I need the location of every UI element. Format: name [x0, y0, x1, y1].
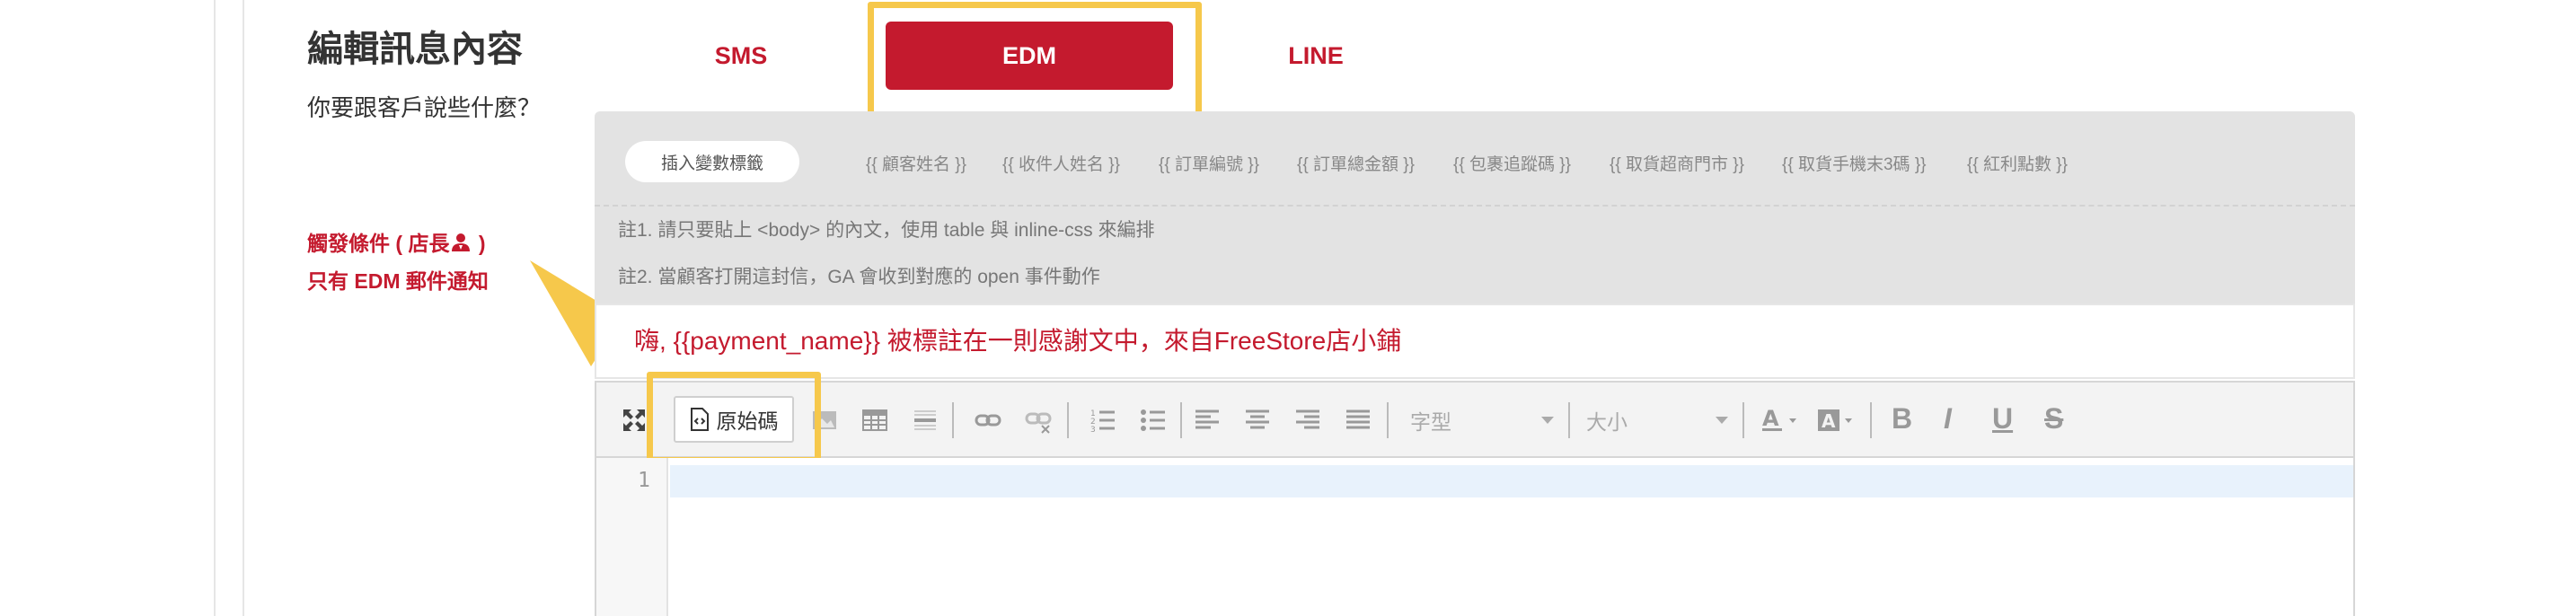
page-title: 編輯訊息內容: [307, 30, 523, 69]
chevron-down-icon: [1716, 417, 1728, 424]
align-right-icon[interactable]: [1293, 406, 1322, 435]
insert-variable-button[interactable]: 插入變數標籤: [625, 141, 799, 182]
variable-tag[interactable]: {{ 顧客姓名 }}: [866, 151, 966, 175]
svg-text:A: A: [1822, 410, 1836, 432]
variables-panel: 插入變數標籤 {{ 顧客姓名 }} {{ 收件人姓名 }} {{ 訂單編號 }}…: [595, 111, 2355, 304]
link-icon[interactable]: [974, 406, 1002, 435]
toolbar-separator: [1067, 402, 1069, 438]
text-color-icon[interactable]: A: [1760, 406, 1802, 435]
font-select[interactable]: 字型: [1410, 400, 1554, 440]
note-2: 註2. 當顧客打開這封信，GA 會收到對應的 open 事件動作: [618, 267, 1100, 287]
code-editor[interactable]: 1: [595, 458, 2355, 616]
variable-tag[interactable]: {{ 訂單編號 }}: [1159, 151, 1259, 175]
editor-toolbar: 原始碼 123 字型 大小 A A B I U S: [595, 381, 2355, 458]
bold-icon[interactable]: B: [1892, 402, 1912, 436]
variable-tag[interactable]: {{ 包裹追蹤碼 }}: [1453, 151, 1571, 175]
tab-edm-highlight: [868, 2, 1202, 122]
toolbar-separator: [1387, 402, 1389, 438]
trigger-label: 觸發條件 ( 店長: [307, 232, 450, 255]
bulleted-list-icon[interactable]: [1139, 406, 1168, 435]
size-select[interactable]: 大小: [1586, 400, 1728, 440]
tab-sms[interactable]: SMS: [683, 22, 799, 90]
variable-tag[interactable]: {{ 取貨手機末3碼 }}: [1782, 151, 1927, 175]
store-owner-icon: [452, 233, 471, 251]
horizontal-rule-icon[interactable]: [911, 406, 940, 435]
note-1: 註1. 請只要貼上 <body> 的內文，使用 table 與 inline-c…: [618, 220, 1155, 241]
toolbar-separator: [1742, 402, 1744, 438]
italic-icon[interactable]: I: [1944, 402, 1952, 436]
source-button-highlight: [647, 372, 821, 463]
toolbar-separator: [1568, 402, 1570, 438]
trigger-edm-only: 只有 EDM 郵件通知: [307, 269, 489, 293]
justify-icon[interactable]: [1344, 406, 1372, 435]
divider: [595, 205, 2355, 207]
toolbar-separator: [952, 402, 954, 438]
chevron-down-icon: [1541, 417, 1554, 424]
strikethrough-icon[interactable]: S: [2044, 402, 2063, 436]
tab-line[interactable]: LINE: [1257, 22, 1374, 90]
toolbar-separator: [1870, 402, 1872, 438]
line-gutter: 1: [596, 458, 668, 616]
align-left-icon[interactable]: [1193, 406, 1222, 435]
trigger-conditions: 觸發條件 ( 店長 ) 只有 EDM 郵件通知: [307, 224, 489, 300]
left-border-outer: [214, 0, 216, 616]
size-select-placeholder: 大小: [1586, 410, 1628, 434]
svg-text:3: 3: [1090, 426, 1096, 435]
active-line[interactable]: [670, 465, 2353, 497]
font-select-placeholder: 字型: [1410, 410, 1451, 434]
trigger-label-end: ): [472, 232, 486, 255]
toolbar-separator: [1180, 402, 1182, 438]
line-number: 1: [638, 469, 650, 492]
background-color-icon[interactable]: A: [1816, 406, 1857, 435]
page-subtitle: 你要跟客戶說些什麼？: [307, 94, 542, 121]
underline-icon[interactable]: U: [1992, 402, 2013, 436]
maximize-icon[interactable]: [620, 406, 648, 435]
svg-text:A: A: [1762, 406, 1779, 431]
numbered-list-icon[interactable]: 123: [1089, 406, 1117, 435]
left-border-inner: [243, 0, 244, 616]
variable-tag[interactable]: {{ 紅利點數 }}: [1967, 151, 2068, 175]
email-subject-input[interactable]: 嗨, {{payment_name}} 被標註在一則感謝文中，來自FreeSto…: [595, 304, 2355, 379]
align-center-icon[interactable]: [1243, 406, 1272, 435]
unlink-icon[interactable]: [1024, 406, 1053, 435]
variable-tag[interactable]: {{ 訂單總金額 }}: [1297, 151, 1415, 175]
table-icon[interactable]: [860, 406, 889, 435]
variable-tag[interactable]: {{ 收件人姓名 }}: [1002, 151, 1120, 175]
variable-tag[interactable]: {{ 取貨超商門市 }}: [1610, 151, 1744, 175]
